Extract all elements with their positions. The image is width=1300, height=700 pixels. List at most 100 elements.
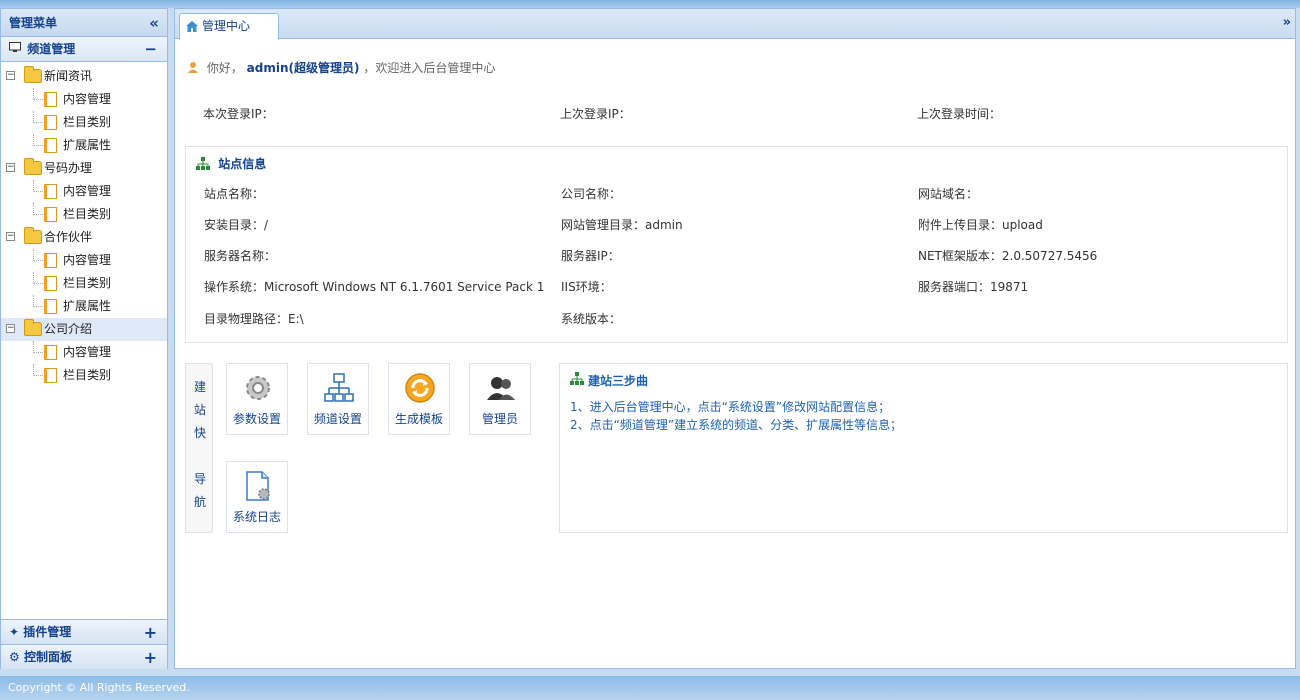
folder-icon xyxy=(24,227,42,244)
tree-connector xyxy=(33,111,43,123)
tab-overflow-icon[interactable]: » xyxy=(1283,15,1291,30)
folder-icon xyxy=(24,158,42,175)
group-collapse-toggle[interactable]: − xyxy=(144,37,157,62)
page-icon xyxy=(44,276,57,291)
page-icon xyxy=(44,138,57,153)
administrators-button[interactable]: 管理员 xyxy=(469,363,531,435)
params-settings-button[interactable]: 参数设置 xyxy=(226,363,288,435)
site-info-panel: 站点信息 站点名称： 公司名称： 网站域名： 安装目录：/ 网站管理目录：adm… xyxy=(185,146,1288,343)
expand-toggle[interactable]: + xyxy=(144,645,157,670)
tree-item-label: 内容管理 xyxy=(63,92,112,106)
step-2: 2、点击“频道管理”建立系统的频道、分类、扩展属性等信息； xyxy=(570,418,903,432)
tree-expander[interactable]: − xyxy=(6,71,15,80)
collapse-sidebar-icon[interactable]: « xyxy=(149,9,159,37)
expand-toggle[interactable]: + xyxy=(144,620,157,645)
sidebar-group-label: 频道管理 xyxy=(27,42,76,56)
sidebar-title: 管理菜单 xyxy=(9,16,58,30)
users-icon xyxy=(487,377,515,400)
quick-nav-char: 站 xyxy=(194,403,207,417)
generate-template-button[interactable]: 生成模板 xyxy=(388,363,450,435)
tree-item-content-management[interactable]: 内容管理 xyxy=(1,341,167,364)
page-icon xyxy=(44,92,57,107)
site-domain: 网站域名： xyxy=(918,187,979,201)
tree-expander[interactable]: − xyxy=(6,232,15,241)
tree-item-column-category[interactable]: 栏目类别 xyxy=(1,272,167,295)
tree-connector xyxy=(33,364,43,376)
page-icon xyxy=(44,345,57,360)
folder-icon xyxy=(24,319,42,336)
tree-connector xyxy=(33,341,43,353)
footer: Copyright © All Rights Reserved. xyxy=(0,676,1300,700)
tree-connector xyxy=(33,88,43,100)
sidebar-group-plugin-management[interactable]: ✦ 插件管理 + xyxy=(1,619,167,644)
tab-management-center[interactable]: 管理中心 xyxy=(179,13,279,40)
tree-item-label: 栏目类别 xyxy=(63,207,112,221)
sitemap-small-icon xyxy=(570,372,584,385)
system-log-button[interactable]: 系统日志 xyxy=(226,461,288,533)
sidebar-header: 管理菜单 « xyxy=(1,9,167,37)
tree-item-label: 栏目类别 xyxy=(63,276,112,290)
server-name: 服务器名称： xyxy=(204,249,277,263)
sidebar-group-label: 控制面板 xyxy=(23,650,72,664)
welcome-suffix: ，欢迎进入后台管理中心 xyxy=(363,61,496,75)
tree-item-label: 内容管理 xyxy=(63,253,112,267)
button-label: 管理员 xyxy=(481,412,518,426)
tree-item-column-category[interactable]: 栏目类别 xyxy=(1,111,167,134)
company-name: 公司名称： xyxy=(561,187,622,201)
settings-gear-icon xyxy=(246,376,270,400)
site-info-title: 站点信息 xyxy=(196,155,266,172)
tree-item-extended-attributes[interactable]: 扩展属性 xyxy=(1,295,167,318)
sidebar-group-control-panel[interactable]: ⚙ 控制面板 + xyxy=(1,644,167,669)
tree-item-content-management[interactable]: 内容管理 xyxy=(1,249,167,272)
tree-item-extended-attributes[interactable]: 扩展属性 xyxy=(1,134,167,157)
tree-item-column-category[interactable]: 栏目类别 xyxy=(1,203,167,226)
tree-connector xyxy=(33,180,43,192)
tree-item-column-category[interactable]: 栏目类别 xyxy=(1,364,167,387)
tree-connector xyxy=(33,134,43,146)
iis-environment: IIS环境： xyxy=(561,280,612,294)
tree-folder-news[interactable]: − 新闻资讯 xyxy=(1,65,167,88)
tree-folder-label: 新闻资讯 xyxy=(44,69,93,83)
home-icon xyxy=(186,21,198,32)
physical-path: 目录物理路径：E:\ xyxy=(204,312,304,326)
welcome-prefix: 你好， xyxy=(206,61,243,75)
tree-item-label: 栏目类别 xyxy=(63,115,112,129)
welcome-user: admin(超级管理员) xyxy=(246,61,360,75)
quick-nav-label: 建 站 快 导 航 xyxy=(185,363,213,533)
tree-connector xyxy=(33,249,43,261)
sitemap-icon xyxy=(324,373,354,402)
net-version: NET框架版本：2.0.50727.5456 xyxy=(918,249,1098,263)
tree-item-label: 扩展属性 xyxy=(63,138,112,152)
tree-expander[interactable]: − xyxy=(6,324,15,333)
tree-item-label: 内容管理 xyxy=(63,184,112,198)
tree-folder-number-handling[interactable]: − 号码办理 xyxy=(1,157,167,180)
server-ip: 服务器IP： xyxy=(561,249,620,263)
sitemap-small-icon xyxy=(196,157,210,170)
top-banner-strip xyxy=(0,0,1300,8)
setup-steps-title-text: 建站三步曲 xyxy=(588,374,649,388)
tree-folder-company-intro[interactable]: − 公司介绍 xyxy=(1,318,167,341)
tree-folder-partners[interactable]: − 合作伙伴 xyxy=(1,226,167,249)
page-icon xyxy=(44,368,57,383)
tree-connector xyxy=(33,272,43,284)
tree-item-content-management[interactable]: 内容管理 xyxy=(1,180,167,203)
monitor-icon xyxy=(9,37,23,62)
sidebar-group-channel-management[interactable]: 频道管理 − xyxy=(1,37,167,62)
quick-nav-char: 导 xyxy=(194,472,207,486)
channel-settings-button[interactable]: 频道设置 xyxy=(307,363,369,435)
tree-folder-label: 号码办理 xyxy=(44,161,93,175)
quick-nav-char: 建 xyxy=(194,380,207,394)
page-icon xyxy=(44,115,57,130)
tree-connector xyxy=(33,203,43,215)
tree-expander[interactable]: − xyxy=(6,163,15,172)
button-label: 频道设置 xyxy=(313,412,362,426)
plugin-icon: ✦ xyxy=(9,625,24,639)
gear-icon: ⚙ xyxy=(9,650,24,664)
tree-folder-label: 合作伙伴 xyxy=(44,230,93,244)
page-icon xyxy=(44,184,57,199)
tree-item-content-management[interactable]: 内容管理 xyxy=(1,88,167,111)
site-name: 站点名称： xyxy=(204,187,265,201)
welcome-message: 你好， admin(超级管理员) ，欢迎进入后台管理中心 xyxy=(187,59,495,76)
quick-nav-char: 快 xyxy=(194,426,207,440)
page-icon xyxy=(44,253,57,268)
